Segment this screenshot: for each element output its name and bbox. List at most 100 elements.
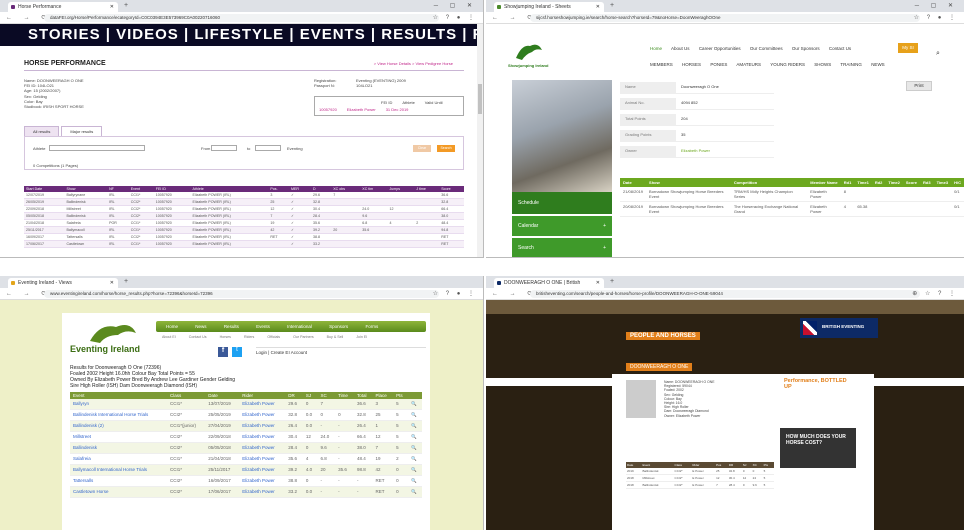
table-cell[interactable]: Ballindenisk: [70, 442, 168, 454]
table-row[interactable]: Ballindenisk (2) CCI1*(junior) 27/04/2019 E…: [70, 420, 422, 432]
subnav-item[interactable]: Contact Us: [189, 335, 207, 339]
nav-committees[interactable]: Our Committees: [750, 46, 783, 51]
column-header[interactable]: Event: [70, 392, 168, 399]
table-cell[interactable]: 🔍: [408, 420, 422, 432]
table-cell[interactable]: Millstreet: [70, 431, 168, 443]
advert-horse-cost[interactable]: HOW MUCH DOES YOUR HORSE COST?: [780, 428, 856, 468]
horse-links[interactable]: > View Horse Details > View Pedigree Hor…: [374, 61, 453, 66]
table-cell[interactable]: Elizabeth Power: [807, 201, 841, 217]
window-controls[interactable]: ─ ▢ ✕: [915, 2, 958, 9]
table-cell[interactable]: 🔍: [408, 409, 422, 421]
print-button[interactable]: Print: [906, 81, 932, 91]
scrollbar[interactable]: [477, 24, 483, 257]
nav-home[interactable]: Home: [650, 46, 662, 51]
si-logo[interactable]: Showjumping Ireland: [508, 40, 548, 68]
sidebar-schedule[interactable]: Schedule: [512, 192, 612, 214]
field-value[interactable]: Elizabeth Power: [676, 146, 774, 158]
table-cell[interactable]: Millstreet: [641, 474, 674, 482]
table-row[interactable]: 21/08/2019 Bornadown Showjumping Horse Br…: [620, 187, 964, 202]
column-header[interactable]: Time3: [933, 178, 952, 187]
table-cell[interactable]: Bornadown Showjumping Horse Breeders Eve…: [646, 201, 731, 217]
login-links[interactable]: Login | Create EI Account: [256, 347, 426, 357]
table-row[interactable]: Tattersalls CCI2* 16/09/2017 Elizabeth Powe…: [70, 475, 422, 487]
url-field[interactable]: dataFEI.org/Horse/Performance/ecategoryI…: [44, 14, 439, 22]
clear-button[interactable]: Clear: [413, 145, 431, 152]
column-header[interactable]: SJ: [302, 392, 318, 399]
subnav-item[interactable]: Riders: [244, 335, 254, 339]
table-cell[interactable]: Elizabeth Power: [239, 442, 286, 454]
table-cell[interactable]: Ballindenisk (2): [70, 420, 168, 432]
table-cell[interactable]: Castletown: [64, 240, 108, 248]
url-field[interactable]: sijcsf.horseshowjumping.ie/search/horse-…: [530, 14, 920, 22]
column-header[interactable]: Place: [372, 392, 394, 399]
table-row[interactable]: 17/06/2017 Castletown IRL CCI1* 10057920 Eliz…: [24, 240, 464, 248]
eventing-checkbox[interactable]: Eventing: [287, 146, 303, 151]
table-cell[interactable]: Elizabeth POWER (IRL): [190, 233, 269, 241]
nav-about[interactable]: About Us: [671, 46, 690, 51]
extension-icons[interactable]: ☆ ? ● ⋮: [433, 14, 477, 21]
column-header[interactable]: Date: [620, 178, 647, 187]
nav-contact[interactable]: Contact Us: [829, 46, 851, 51]
table-cell[interactable]: Castletown Horse: [70, 486, 168, 498]
close-tab-icon[interactable]: ✕: [110, 278, 114, 288]
nav-members[interactable]: MEMBERS: [650, 62, 673, 67]
scrollbar-thumb[interactable]: [478, 84, 482, 114]
table-cell[interactable]: Elizabeth Power: [239, 453, 286, 465]
column-header[interactable]: Time1: [854, 178, 872, 187]
browser-tab[interactable]: DOONWEERAGH O ONE | British ✕: [494, 278, 604, 288]
advert-performance[interactable]: Performance, BOTTLED UP: [780, 374, 856, 424]
new-tab-icon[interactable]: +: [610, 2, 614, 9]
column-header[interactable]: Rd2: [871, 178, 886, 187]
my-si-button[interactable]: My SI: [898, 43, 918, 53]
table-row[interactable]: Castletown Horse CCI2* 17/06/2017 Elizabeth…: [70, 486, 422, 498]
table-cell[interactable]: Salafreia: [70, 453, 168, 465]
ei-logo[interactable]: Eventing Ireland: [70, 321, 156, 357]
nav-young-riders[interactable]: YOUNG RIDERS: [770, 62, 805, 67]
nav-shows[interactable]: SHOWS: [814, 62, 831, 67]
table-row[interactable]: 21/04/2018 Salafreia POR CCI1* 10057920 Eliza…: [24, 219, 464, 227]
extension-icons[interactable]: ☆ ? ● ⋮: [433, 290, 477, 297]
twitter-icon[interactable]: t: [232, 347, 242, 357]
table-cell[interactable]: 🔍: [408, 399, 422, 410]
nav-news[interactable]: NEWS: [871, 62, 885, 67]
table-row[interactable]: Ballyryn CCI1* 13/07/2019 Elizabeth Power 29…: [70, 399, 422, 410]
table-row[interactable]: 25/11/2017 Ballymacoll IRL CCI1* 10057920 Eli…: [24, 226, 464, 234]
nav-ponies[interactable]: PONIES: [710, 62, 727, 67]
table-cell[interactable]: 🔍: [408, 431, 422, 443]
to-date-input[interactable]: [255, 145, 281, 151]
nav-horses[interactable]: HORSES: [682, 62, 701, 67]
extension-icons[interactable]: ⊕ ☆ ? ⋮: [912, 290, 958, 297]
table-cell[interactable]: Ballindenisk: [64, 198, 108, 206]
table-row[interactable]: Ballindenisk CCI2* 05/05/2018 Elizabeth Pow…: [70, 442, 422, 454]
column-header[interactable]: Score: [902, 178, 921, 187]
table-row[interactable]: Salafreia CCI1* 21/04/2018 Elizabeth Power 3…: [70, 453, 422, 465]
column-header[interactable]: Pts: [393, 392, 409, 399]
column-header[interactable]: Member Name: [807, 178, 841, 187]
table-cell[interactable]: Ballindenisk: [641, 481, 674, 489]
window-controls[interactable]: ─ ▢ ✕: [434, 2, 477, 9]
nav-sponsors[interactable]: Our Sponsors: [792, 46, 820, 51]
sidebar-calendar[interactable]: Calendar +: [512, 216, 612, 236]
table-cell[interactable]: Ballymacoll International Horse Trials: [70, 464, 168, 476]
table-cell[interactable]: Elizabeth Power: [239, 420, 286, 432]
subnav-item[interactable]: Our Partners: [293, 335, 314, 339]
facebook-icon[interactable]: f: [218, 347, 228, 357]
table-row[interactable]: Millstreet CCI2* 22/09/2018 Elizabeth Power…: [70, 431, 422, 443]
table-cell[interactable]: Ballymacoll: [64, 226, 108, 234]
browser-tab[interactable]: Eventing Ireland - Views ✕: [8, 278, 118, 288]
table-row[interactable]: 2018 Millstreet CCI2* E Power 12 30.4 12 24 5: [626, 474, 774, 482]
table-row[interactable]: Ballindenisk International Horse Trials C…: [70, 409, 422, 421]
table-cell[interactable]: Elizabeth POWER (IRL): [190, 219, 269, 227]
table-cell[interactable]: Elizabeth Power: [239, 431, 286, 443]
athlete-select[interactable]: [49, 145, 145, 151]
column-header[interactable]: Show: [646, 178, 731, 187]
column-header[interactable]: XC: [317, 392, 336, 399]
table-cell[interactable]: Elizabeth Power: [239, 464, 286, 476]
table-cell[interactable]: Elizabeth POWER (IRL): [190, 240, 269, 248]
nav-training[interactable]: TRAINING: [840, 62, 862, 67]
table-cell[interactable]: Elizabeth POWER (IRL): [190, 212, 269, 220]
table-cell[interactable]: Elizabeth Power: [239, 409, 286, 421]
column-header[interactable]: Time: [335, 392, 354, 399]
nav-news[interactable]: News: [195, 324, 206, 329]
column-header[interactable]: [408, 392, 422, 399]
